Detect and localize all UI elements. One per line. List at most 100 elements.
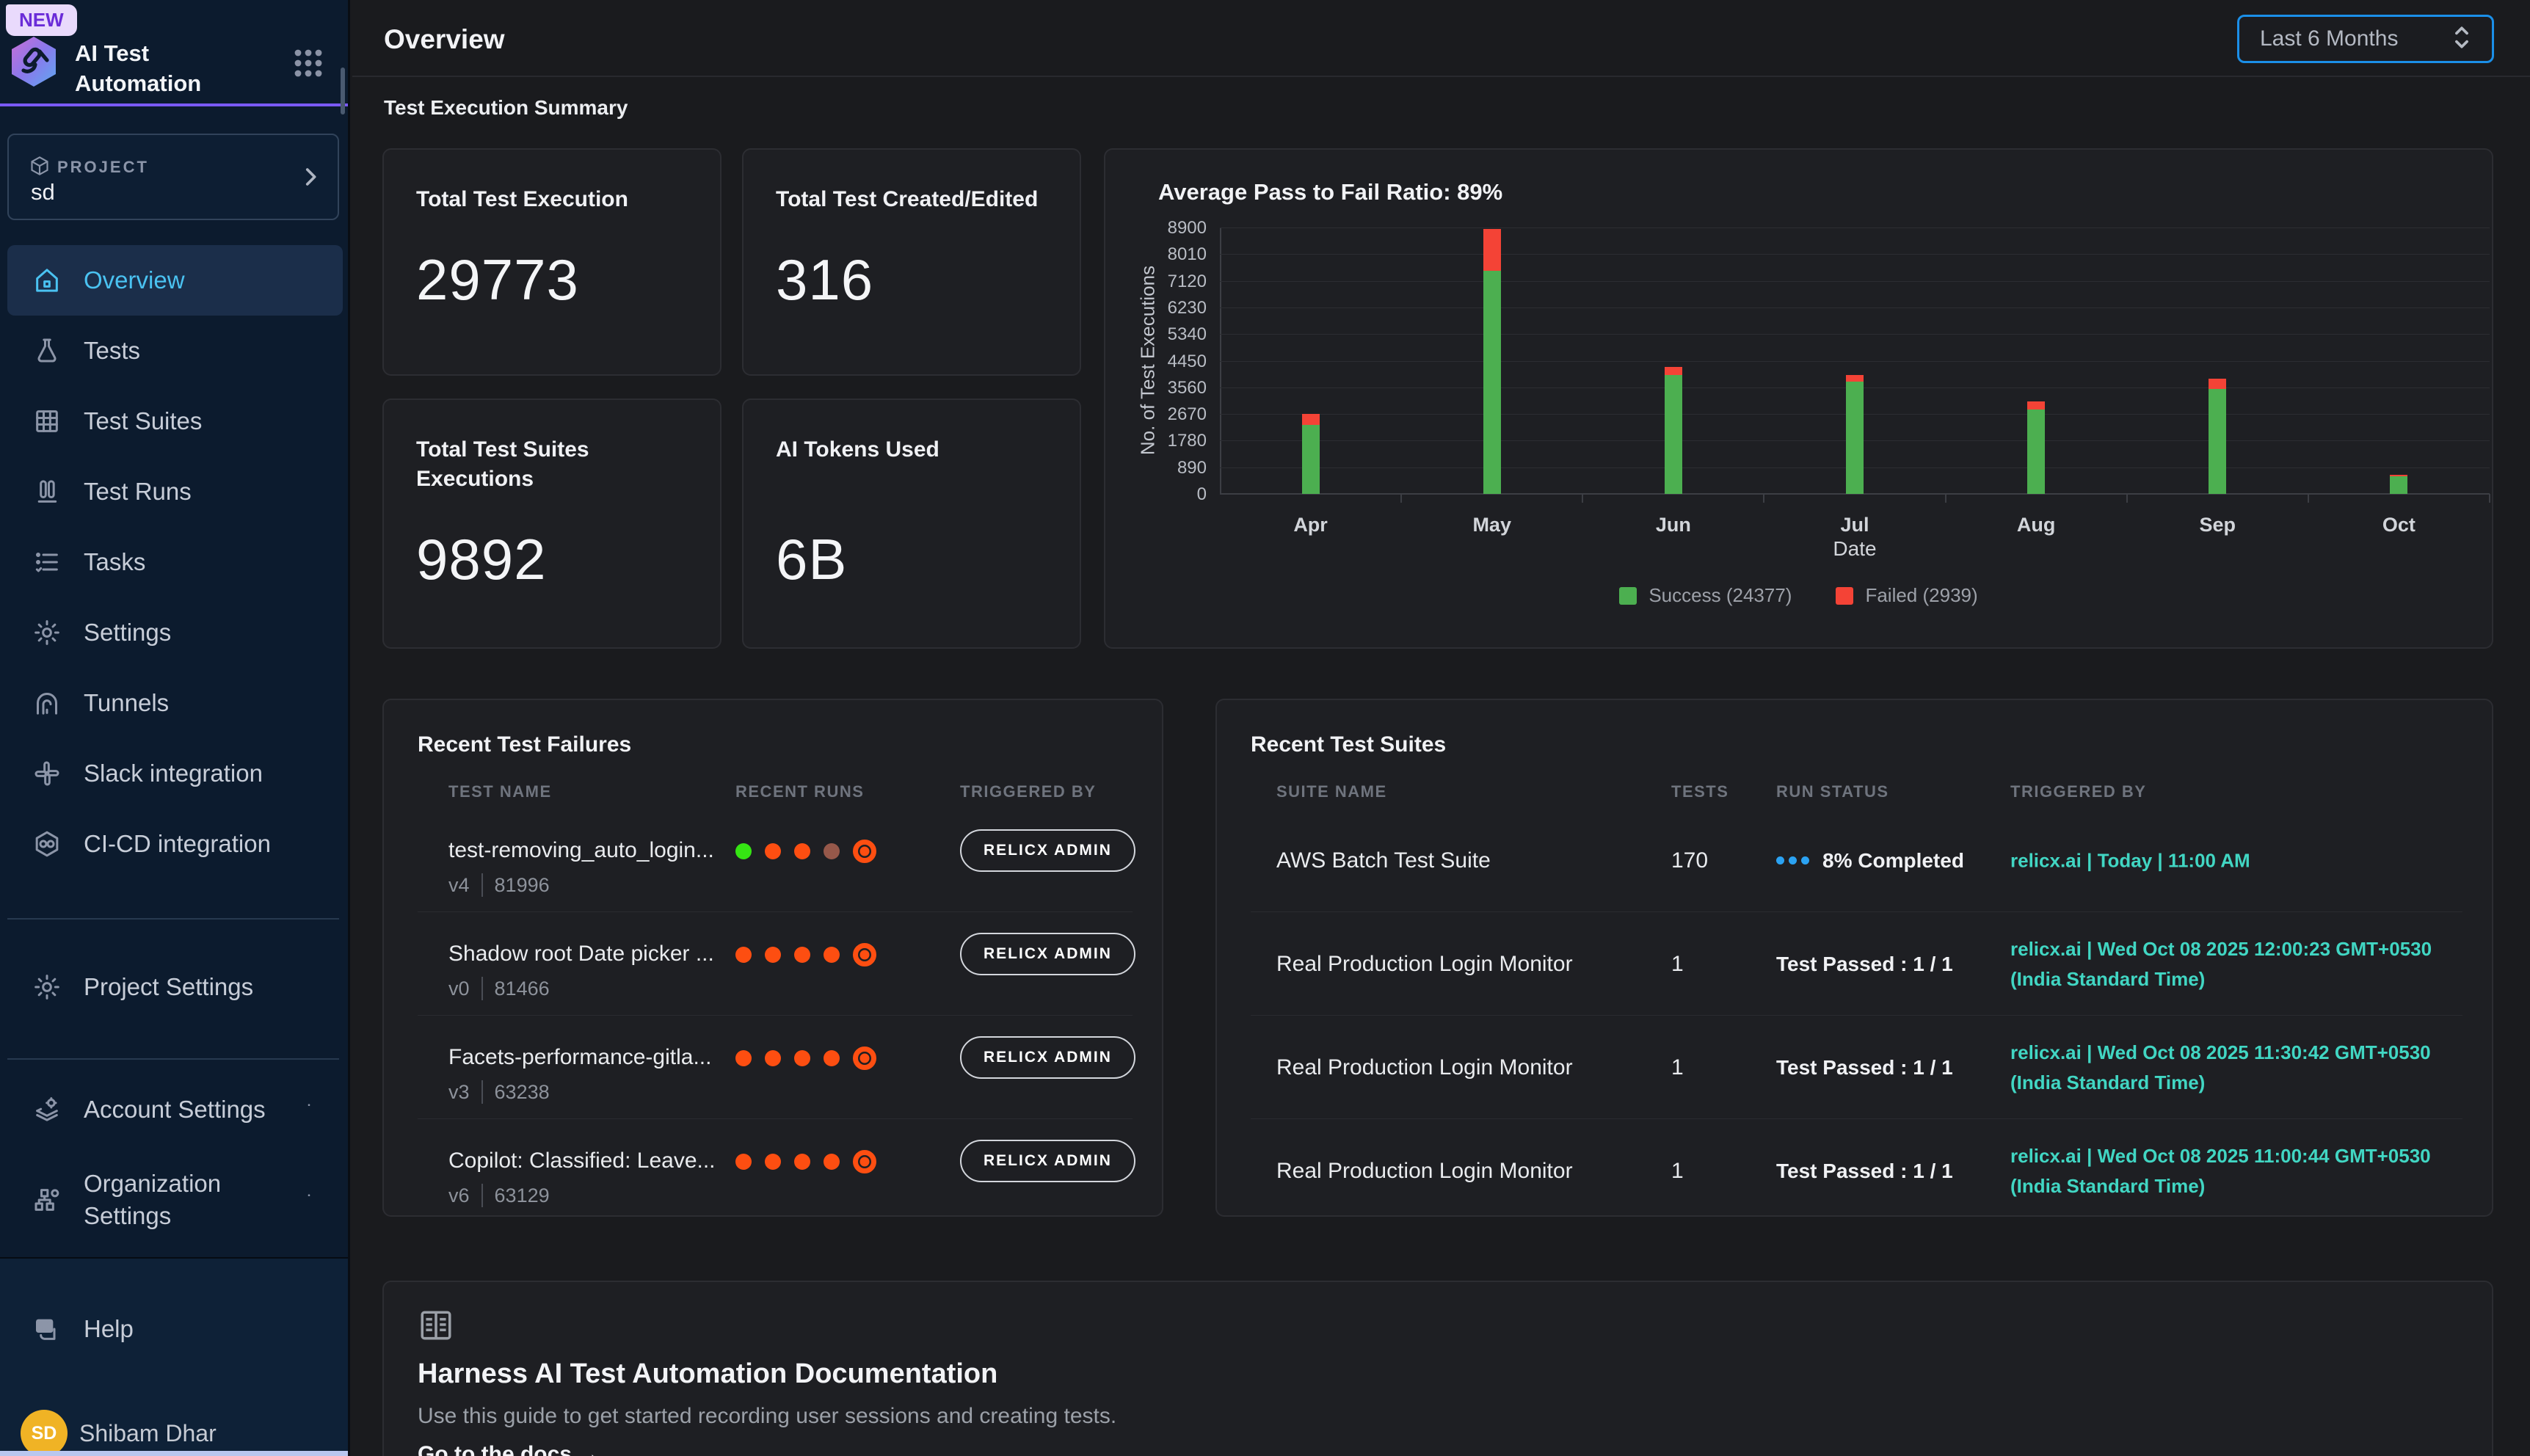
test-version-run-id: v663129 <box>448 1184 550 1207</box>
run-status-text: 8% Completed <box>1822 849 1964 873</box>
stacked-bar-apr[interactable] <box>1302 414 1320 494</box>
tunnel-icon <box>32 688 62 718</box>
run-status-dot-failed[interactable] <box>824 1050 840 1066</box>
failure-row[interactable]: Facets-performance-gitla...v363238RELICX… <box>384 1016 1162 1119</box>
triggered-by-pill[interactable]: RELICX ADMIN <box>960 933 1135 975</box>
test-name-link[interactable]: Shadow root Date picker ... <box>448 942 714 967</box>
sidebar-item-tests[interactable]: Tests <box>7 316 343 386</box>
run-status-dot-failed[interactable] <box>765 843 781 859</box>
project-selector[interactable]: PROJECT sd <box>7 134 339 220</box>
run-status-dot-failed[interactable] <box>794 1050 810 1066</box>
sidebar-item-test-suites[interactable]: Test Suites <box>7 386 343 456</box>
triggered-by-pill[interactable]: RELICX ADMIN <box>960 829 1135 872</box>
test-name-link[interactable]: Facets-performance-gitla... <box>448 1045 711 1070</box>
run-status-dot-failed[interactable] <box>735 1050 752 1066</box>
time-filter-select[interactable]: Last 6 Months <box>2237 15 2494 63</box>
stacked-bar-jul[interactable] <box>1846 375 1864 494</box>
success-segment <box>1483 271 1501 494</box>
triggered-by-pill[interactable]: RELICX ADMIN <box>960 1036 1135 1079</box>
chart-band-oct <box>2308 228 2490 494</box>
run-status-dot-current[interactable] <box>853 943 876 967</box>
stat-label: Total Test Execution <box>416 185 688 214</box>
sidebar-bottom-panel: ?Help SD Shibam Dhar <box>0 1257 348 1451</box>
run-status-dot-aborted[interactable] <box>824 843 840 859</box>
x-tick-label: Aug <box>2017 514 2055 536</box>
info-icon[interactable] <box>296 1096 322 1123</box>
avatar[interactable]: SD <box>21 1410 68 1456</box>
x-tick-label: May <box>1472 514 1511 536</box>
sidebar-item-label: Account Settings <box>84 1096 266 1124</box>
stacked-bar-may[interactable] <box>1483 229 1501 494</box>
chart-band-aug <box>1946 228 2127 494</box>
info-icon[interactable] <box>296 1187 322 1213</box>
legend-item-success[interactable]: Success (24377) <box>1619 584 1792 607</box>
success-segment <box>1302 425 1320 494</box>
stacked-bar-oct[interactable] <box>2390 475 2407 494</box>
suite-row[interactable]: Real Production Login Monitor1Test Passe… <box>1217 912 2492 1016</box>
triggered-by-timestamp[interactable]: relicx.ai | Wed Oct 08 2025 12:00:23 GMT… <box>2010 934 2432 994</box>
sidebar-item-ci-cd-integration[interactable]: CI-CD integration <box>7 809 343 879</box>
y-tick-label: 8010 <box>1124 244 1207 265</box>
sidebar-item-organization-settings[interactable]: Organization Settings <box>7 1145 343 1255</box>
sidebar-item-account-settings[interactable]: Account Settings <box>7 1074 343 1145</box>
triggered-by-timestamp[interactable]: relicx.ai | Today | 11:00 AM <box>2010 845 2250 876</box>
go-to-docs-link[interactable]: Go to the docs → <box>418 1442 600 1456</box>
brand-accent-divider <box>0 103 348 106</box>
run-status-dot-current[interactable] <box>853 1150 876 1173</box>
legend-item-failed[interactable]: Failed (2939) <box>1836 584 1977 607</box>
triggered-by-timestamp[interactable]: relicx.ai | Wed Oct 08 2025 11:30:42 GMT… <box>2010 1038 2431 1098</box>
run-status-cell: 8% Completed <box>1776 849 1964 873</box>
stacked-bar-jun[interactable] <box>1665 367 1682 494</box>
failure-row[interactable]: Shadow root Date picker ...v081466RELICX… <box>384 912 1162 1016</box>
suite-row[interactable]: Real Production Login Monitor1Test Passe… <box>1217 1119 2492 1217</box>
run-status-dot-failed[interactable] <box>794 947 810 963</box>
suite-name-link[interactable]: AWS Batch Test Suite <box>1276 848 1491 873</box>
run-status-dot-failed[interactable] <box>794 1154 810 1170</box>
failure-row[interactable]: test-removing_auto_login...v481996RELICX… <box>384 809 1162 912</box>
suite-tests-count: 1 <box>1671 1159 1684 1184</box>
sidebar-item-label: Test Suites <box>84 407 202 435</box>
test-name-link[interactable]: test-removing_auto_login... <box>448 838 714 863</box>
sidebar-scrollbar[interactable] <box>341 68 345 114</box>
sidebar-item-tasks[interactable]: Tasks <box>7 527 343 597</box>
sidebar-item-tunnels[interactable]: Tunnels <box>7 668 343 738</box>
sidebar-item-help[interactable]: ?Help <box>7 1294 341 1364</box>
suite-row[interactable]: AWS Batch Test Suite1708% Completedrelic… <box>1217 809 2492 912</box>
suite-name-link[interactable]: Real Production Login Monitor <box>1276 952 1573 977</box>
legend-swatch <box>1619 587 1637 605</box>
column-header-run-status: RUN STATUS <box>1776 782 1889 801</box>
suite-row[interactable]: Real Production Login Monitor1Test Passe… <box>1217 1016 2492 1119</box>
sidebar-item-slack-integration[interactable]: Slack integration <box>7 738 343 809</box>
run-status-dot-passed[interactable] <box>735 843 752 859</box>
sidebar-item-project-settings[interactable]: Project Settings <box>7 952 343 1022</box>
triggered-by-pill[interactable]: RELICX ADMIN <box>960 1140 1135 1182</box>
run-status-dot-failed[interactable] <box>824 947 840 963</box>
test-name-link[interactable]: Copilot: Classified: Leave... <box>448 1149 716 1173</box>
y-tick-label: 5340 <box>1124 324 1207 345</box>
run-status-dot-failed[interactable] <box>765 947 781 963</box>
help-icon: ? <box>32 1314 62 1344</box>
recent-test-suites-title: Recent Test Suites <box>1251 732 1446 757</box>
run-status-dot-current[interactable] <box>853 840 876 863</box>
run-status-cell: Test Passed : 1 / 1 <box>1776 953 1953 976</box>
stat-card-ai-tokens: AI Tokens Used 6B <box>742 398 1081 649</box>
run-status-dot-failed[interactable] <box>765 1050 781 1066</box>
suite-name-link[interactable]: Real Production Login Monitor <box>1276 1055 1573 1080</box>
run-status-dot-failed[interactable] <box>765 1154 781 1170</box>
failure-row[interactable]: Copilot: Classified: Leave... v663129 RELI… <box>384 1119 1162 1217</box>
stacked-bar-aug[interactable] <box>2027 401 2045 494</box>
run-status-dot-failed[interactable] <box>824 1154 840 1170</box>
run-status-dot-failed[interactable] <box>735 947 752 963</box>
sidebar-item-settings[interactable]: Settings <box>7 597 343 668</box>
sidebar-item-test-runs[interactable]: Test Runs <box>7 456 343 527</box>
run-status-dot-failed[interactable] <box>735 1154 752 1170</box>
layers-icon <box>32 1095 62 1124</box>
user-name[interactable]: Shibam Dhar <box>79 1420 217 1447</box>
sidebar-item-overview[interactable]: Overview <box>7 245 343 316</box>
suite-name-link[interactable]: Real Production Login Monitor <box>1276 1159 1573 1184</box>
run-status-dot-current[interactable] <box>853 1046 876 1070</box>
apps-waffle-icon[interactable] <box>291 46 326 81</box>
triggered-by-timestamp[interactable]: relicx.ai | Wed Oct 08 2025 11:00:44 GMT… <box>2010 1141 2431 1201</box>
stacked-bar-sep[interactable] <box>2209 379 2226 494</box>
run-status-dot-failed[interactable] <box>794 843 810 859</box>
